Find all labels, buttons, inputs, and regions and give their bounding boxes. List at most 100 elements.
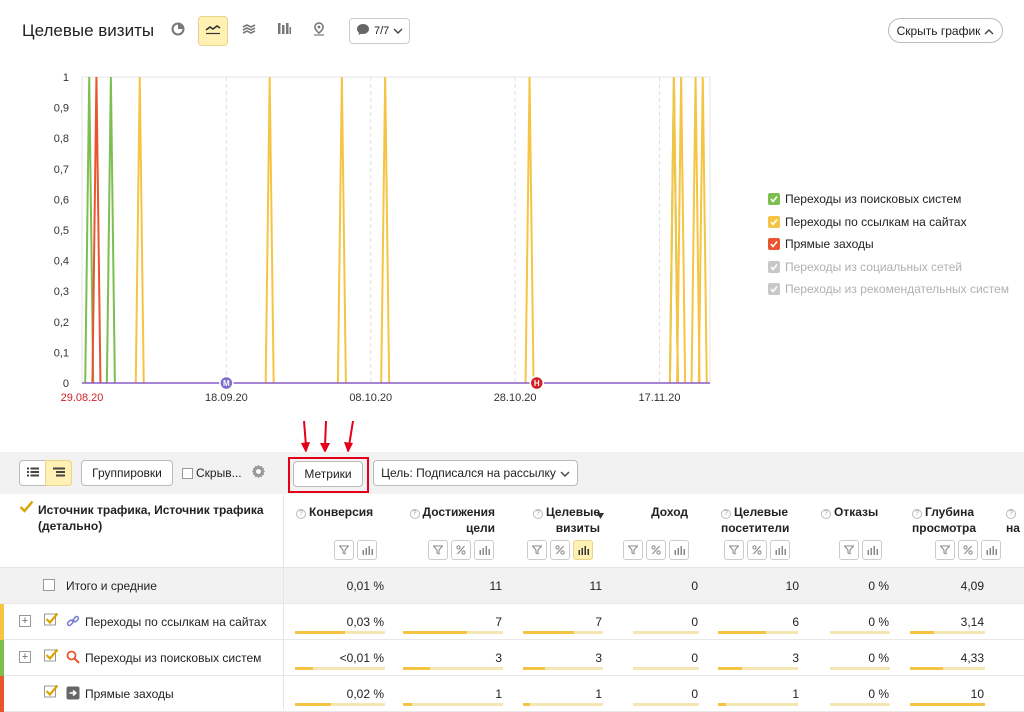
x-tick-label: 08.10.20 [349,392,392,404]
chart-bars-button[interactable] [669,540,689,560]
share-bar [295,631,385,634]
line-chart-button[interactable] [198,16,228,46]
search-icon [66,650,80,667]
question-icon[interactable]: ? [721,509,731,519]
share-bar [295,703,385,706]
legend-item-links[interactable]: Переходы по ссылкам на сайтах [768,211,1009,234]
share-bar-fill [910,667,943,670]
page-title: Целевые визиты [22,21,155,40]
goal-dropdown[interactable]: Цель: Подписался на рассылку [373,460,578,486]
share-bar-fill [910,631,934,634]
filter-button[interactable] [623,540,643,560]
chart-bars-button[interactable] [981,540,1001,560]
chart-bars-button[interactable] [770,540,790,560]
flat-view-button[interactable] [19,460,46,486]
legend-item-social[interactable]: Переходы из социальных сетей [768,256,1009,279]
series-spike [264,76,275,384]
speech-bubble-icon [356,23,370,39]
gear-icon [251,464,266,483]
table-row[interactable]: Прямые заходы 0,02 % 1 1 0 1 0 % 10 [0,676,1024,712]
legend-checkbox[interactable] [768,238,780,251]
col-header-goal-reaches[interactable]: ? Достижения цели [405,504,495,536]
row-target-visits: 7 [595,615,602,629]
row-checkbox[interactable] [44,648,59,665]
hide-chart-button[interactable]: Скрыть график [888,18,1003,43]
tree-view-button[interactable] [45,460,72,486]
legend-checkbox[interactable] [768,260,780,273]
row-goal-reaches: 1 [495,687,502,701]
row-label: Переходы по ссылкам на сайтах [85,615,267,629]
report-header: Целевые визиты 7/7 Скрыть график [0,0,1024,62]
bar-chart-button[interactable] [269,16,299,46]
settings-button[interactable] [251,464,266,484]
col-header-target-visitors[interactable]: ? Целевые посетители [721,504,801,536]
filter-button[interactable] [334,540,354,560]
legend-label: Переходы из социальных сетей [785,259,963,274]
filter-button[interactable] [428,540,448,560]
table-row[interactable]: + Переходы по ссылкам на сайтах 0,03 % 7… [0,604,1024,640]
filter-button[interactable] [839,540,859,560]
chart-bars-button[interactable] [862,540,882,560]
question-icon[interactable]: ? [912,509,922,519]
share-bar [295,667,385,670]
percent-button[interactable] [747,540,767,560]
filter-button[interactable] [527,540,547,560]
question-icon[interactable]: ? [821,509,831,519]
question-icon[interactable]: ? [409,509,420,519]
col-header-bounces[interactable]: ? Отказы [821,504,891,520]
filter-button[interactable] [724,540,744,560]
percent-button[interactable] [646,540,666,560]
row-color-stripe [0,604,4,640]
question-icon[interactable]: ? [296,509,306,519]
totals-target-visitors: 10 [785,579,799,593]
col-header-conversion[interactable]: ? Конверсия [296,504,376,520]
series-spike [84,76,95,384]
map-button[interactable] [304,16,334,46]
legend-item-search[interactable]: Переходы из поисковых систем [768,188,1009,211]
share-bar-fill [295,631,345,634]
hide-toggle[interactable]: Скрыв... [182,466,242,480]
share-bar [403,667,503,670]
x-tick-label: 28.10.20 [494,392,537,404]
expand-button[interactable]: + [19,615,31,627]
segments-dropdown[interactable]: 7/7 [349,18,410,44]
link-icon [66,614,80,631]
row-checkbox[interactable] [44,612,59,629]
share-bar [830,631,890,634]
chart-bars-button[interactable] [357,540,377,560]
question-icon[interactable]: ? [532,509,543,519]
row-checkbox[interactable] [44,684,59,701]
legend-checkbox[interactable] [768,283,780,296]
legend-checkbox[interactable] [768,193,780,206]
area-chart-button[interactable] [234,16,264,46]
percent-button[interactable] [958,540,978,560]
dimension-header[interactable]: Источник трафика, Источник трафика (дета… [19,500,279,534]
percent-button[interactable] [451,540,471,560]
legend-checkbox[interactable] [768,215,780,228]
col-header-revenue[interactable]: Доход [636,504,696,520]
groupings-button[interactable]: Группировки [81,460,173,486]
hide-checkbox[interactable] [182,467,193,479]
table-row[interactable]: + Переходы из поисковых систем <0,01 % 3… [0,640,1024,676]
col-header-page-depth[interactable]: ? Глубина просмотра [912,504,987,536]
legend-item-recommendation[interactable]: Переходы из рекомендательных систем [768,278,1009,301]
row-checkbox[interactable] [43,579,55,591]
row-target-visits: 3 [595,651,602,665]
area-chart-icon [242,22,256,40]
totals-target-visits: 11 [589,579,602,593]
pie-chart-button[interactable] [163,16,193,46]
filter-button[interactable] [935,540,955,560]
col-header-truncated[interactable]: ? на [1006,504,1024,536]
chart-bars-button[interactable] [474,540,494,560]
y-tick-label: 0,2 [54,317,69,329]
chart-bars-button[interactable] [573,540,593,560]
series-spike [105,76,116,384]
metrics-highlight-frame [288,457,369,493]
share-bar-fill [718,703,726,706]
expand-button[interactable]: + [19,651,31,663]
question-icon[interactable]: ? [1006,509,1016,519]
percent-button[interactable] [550,540,570,560]
col-header-target-visits[interactable]: ? Целевые визиты [520,504,604,536]
share-bar-fill [295,703,331,706]
legend-item-direct[interactable]: Прямые заходы [768,233,1009,256]
